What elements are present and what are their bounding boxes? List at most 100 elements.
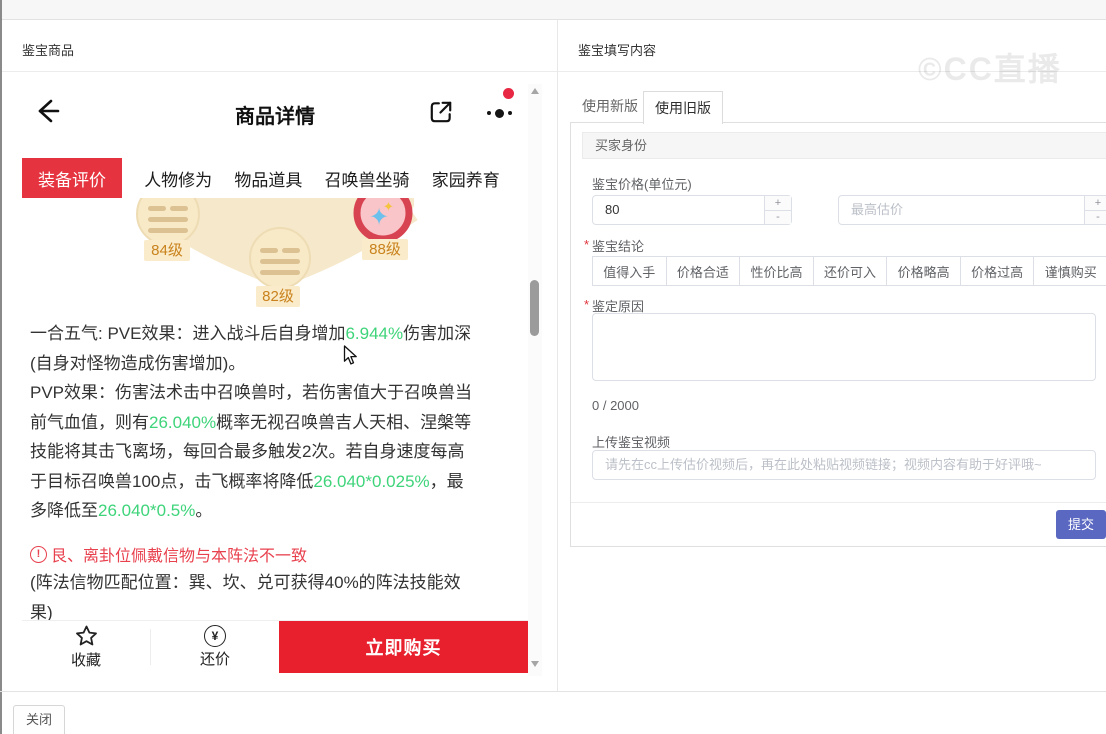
conclusion-option-2[interactable]: 价格合适 [665, 256, 741, 286]
text-segment: (阵法信物匹配位置：巽、坎、兑可获得40%的阵法技能效 [30, 573, 461, 592]
form-footer-divider [571, 502, 1106, 503]
level-badge-84: 84级 [144, 240, 190, 261]
max-price-decrease-button[interactable]: - [1085, 210, 1106, 224]
product-action-bar: 收藏 ¥ 还价 立即购买 [22, 620, 528, 673]
yen-icon: ¥ [204, 625, 226, 647]
conclusion-option-6[interactable]: 价格过高 [959, 256, 1035, 286]
text-segment: 。 [195, 501, 213, 520]
buy-now-button[interactable]: 立即购买 [279, 621, 528, 673]
video-placeholder: 请先在cc上传估价视频后，再在此处粘贴视频链接；视频内容有助于好评哦~ [605, 457, 1042, 472]
product-tab-bar: 装备评价 人物修为 物品道具 召唤兽坐骑 家园养育 [22, 158, 528, 198]
warning-icon: ! [30, 545, 47, 563]
price-value: 80 [605, 202, 620, 217]
text-segment: 技能将其击飞离场，每回合最多触发2次。若自身速度每高 [30, 442, 465, 461]
window-left-edge [0, 0, 2, 734]
text-segment: (自身对怪物造成伤害增加)。 [30, 353, 246, 373]
bargain-label: 还价 [199, 651, 230, 668]
conclusion-option-5[interactable]: 价格略高 [886, 256, 961, 286]
max-price-input[interactable]: 最高估价 + - [838, 195, 1106, 225]
description-line-7: 多降低至26.040*0.5%。 [30, 496, 516, 526]
description-line-6: 于目标召唤兽100点，击飞概率将降低26.040*0.025%，最 [30, 467, 516, 497]
price-label: 鉴宝价格(单位元) [592, 177, 692, 192]
close-button[interactable]: 关闭 [13, 705, 65, 734]
text-segment: ，最 [429, 471, 464, 491]
star-icon [75, 625, 97, 646]
level-badge-88: 88级 [362, 239, 408, 260]
price-stepper: + - [764, 196, 791, 224]
more-options-icon[interactable] [482, 104, 516, 122]
highlight-value: 26.040% [149, 412, 217, 432]
submit-button[interactable]: 提交 [1056, 510, 1106, 539]
conclusion-option-1[interactable]: 值得入手 [592, 256, 667, 286]
conclusion-option-group: 值得入手 价格合适 性价比高 还价可入 价格略高 价格过高 谨慎购买 [592, 256, 1106, 286]
description-line-3: PVP效果：伤害法术击中召唤兽时，若伤害值大于召唤兽当 [30, 378, 516, 408]
highlight-value: 26.040*0.5% [98, 501, 196, 520]
price-input[interactable]: 80 + - [592, 195, 792, 225]
description-line-4: 前气血值，则有26.040%概率无视召唤兽吉人天相、涅槃等 [30, 408, 516, 438]
window-top-strip [0, 0, 1106, 20]
reason-required-mark: * [584, 297, 590, 312]
product-tab-character[interactable]: 人物修为 [144, 166, 212, 191]
conclusion-required-mark: * [584, 237, 590, 252]
text-segment: 伤害加深 [403, 324, 472, 343]
max-price-stepper: + - [1084, 196, 1106, 224]
notification-badge [503, 88, 514, 99]
max-price-placeholder: 最高估价 [851, 202, 904, 217]
buyer-identity-bar: 买家身份 [582, 132, 1106, 159]
product-tab-rest: 人物修为 物品道具 召唤兽坐骑 家园养育 [122, 158, 528, 198]
mouse-cursor-icon [343, 345, 357, 365]
skill-description: 一合五气: PVE效果：进入战斗后自身增加6.944%伤害加深 (自身对怪物造成伤… [30, 319, 516, 526]
product-tab-equipment-active[interactable]: 装备评价 [22, 158, 122, 198]
text-segment: PVP效果：伤害法术击中召唤兽时，若伤害值大于召唤兽当 [30, 383, 473, 402]
share-icon[interactable] [428, 99, 454, 125]
sparkle-small-icon: ✦ [383, 199, 394, 214]
section-vertical-divider [557, 20, 558, 692]
text-segment: 概率无视召唤兽吉人天相、涅槃等 [216, 412, 472, 432]
text-segment: 果) [30, 602, 53, 622]
page-bottom-divider [0, 691, 1106, 692]
text-segment: 一合五气: PVE效果：进入战斗后自身增加 [30, 324, 346, 343]
tab-use-new-version[interactable]: 使用新版 [578, 90, 642, 122]
conclusion-option-7[interactable]: 谨慎购买 [1033, 256, 1106, 286]
highlight-value: 6.944% [345, 324, 404, 343]
text-segment: 多降低至 [30, 501, 98, 520]
text-segment: 前气血值，则有 [30, 412, 149, 432]
warning-line: ! 艮、离卦位佩戴信物与本阵法不一致 [30, 542, 516, 566]
reason-textarea[interactable] [592, 313, 1096, 381]
left-section-title: 鉴宝商品 [22, 43, 75, 58]
level-badge-82: 82级 [256, 286, 300, 307]
product-tab-summon[interactable]: 召唤兽坐骑 [325, 166, 410, 191]
conclusion-label: 鉴宝结论 [592, 239, 645, 254]
note-line-1: (阵法信物匹配位置：巽、坎、兑可获得40%的阵法技能效 [30, 568, 516, 598]
warning-text: 艮、离卦位佩戴信物与本阵法不一致 [51, 548, 308, 565]
favorite-button[interactable]: 收藏 [22, 621, 150, 673]
description-line-1: 一合五气: PVE效果：进入战斗后自身增加6.944%伤害加深 [30, 319, 516, 349]
price-decrease-button[interactable]: - [765, 210, 791, 224]
scroll-up-icon[interactable] [531, 88, 539, 94]
price-increase-button[interactable]: + [765, 196, 791, 211]
conclusion-option-4[interactable]: 还价可入 [812, 256, 888, 286]
text-segment: 于目标召唤兽100点，击飞概率将降低 [30, 471, 314, 491]
highlight-value: 26.040*0.025% [313, 471, 430, 491]
char-counter: 0 / 2000 [592, 398, 639, 413]
video-link-input[interactable]: 请先在cc上传估价视频后，再在此处粘贴视频链接；视频内容有助于好评哦~ [592, 450, 1096, 480]
array-note: (阵法信物匹配位置：巽、坎、兑可获得40%的阵法技能效 果) [30, 568, 516, 627]
description-line-2: (自身对怪物造成伤害增加)。 [30, 349, 516, 379]
cc-live-watermark: ©CC直播 [918, 51, 1062, 87]
max-price-increase-button[interactable]: + [1085, 196, 1106, 211]
description-line-5: 技能将其击飞离场，每回合最多触发2次。若自身速度每高 [30, 437, 516, 467]
video-label: 上传鉴宝视频 [592, 435, 671, 450]
tab-use-old-version[interactable]: 使用旧版 [643, 91, 723, 124]
scrollbar-track[interactable] [528, 84, 542, 676]
header-divider [2, 71, 1106, 72]
app-window: 鉴宝商品 鉴宝填写内容 商品详情 装备评价 人物修为 物品道具 召唤兽坐骑 家园… [0, 0, 1106, 734]
bargain-button[interactable]: ¥ 还价 [151, 621, 279, 673]
scroll-down-icon[interactable] [531, 661, 539, 667]
scrollbar-thumb[interactable] [530, 280, 539, 336]
product-tab-home[interactable]: 家园养育 [432, 166, 500, 191]
product-tab-items[interactable]: 物品道具 [234, 166, 302, 191]
conclusion-option-3[interactable]: 性价比高 [739, 256, 814, 286]
favorite-label: 收藏 [70, 652, 101, 669]
right-section-title: 鉴宝填写内容 [578, 43, 657, 58]
trigram-circle-82 [249, 227, 311, 289]
